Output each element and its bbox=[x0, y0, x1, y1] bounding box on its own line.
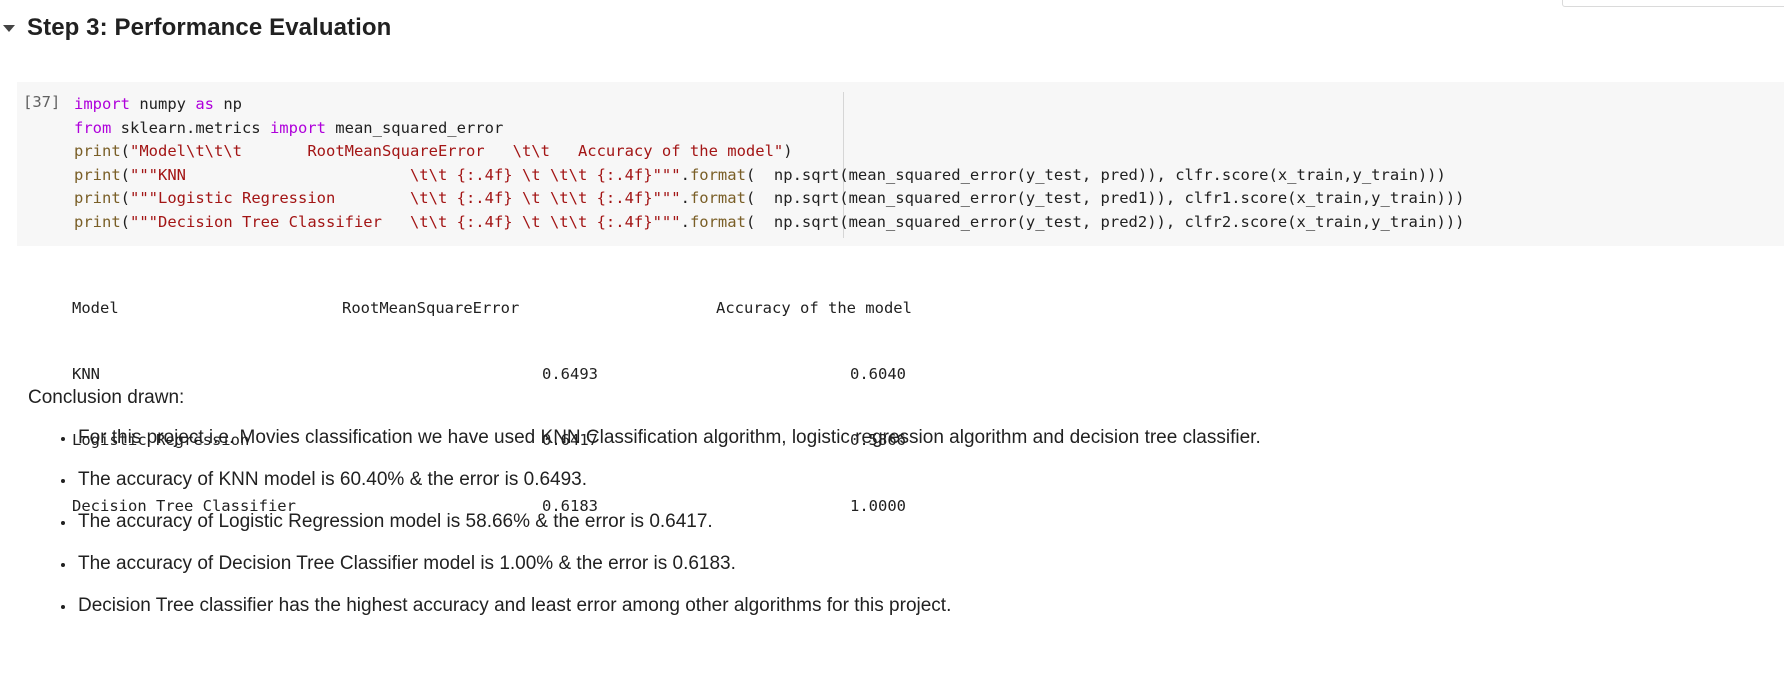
code-token: "Model\t\t\t RootMeanSquareError \t\t Ac… bbox=[130, 142, 784, 160]
code-token: . bbox=[680, 189, 690, 207]
list-item: For this project i.e. Movies classificat… bbox=[76, 424, 1278, 452]
code-line: print("""KNN \t\t {:.4f} \t \t\t {:.4f}"… bbox=[74, 164, 1465, 188]
code-token: as bbox=[195, 95, 214, 113]
code-token: print bbox=[74, 142, 121, 160]
caret-down-icon[interactable] bbox=[3, 22, 15, 34]
code-token: ( np.sqrt(mean_squared_error(y_test, pre… bbox=[745, 189, 1465, 207]
output-rmse-value: 0.6493 bbox=[542, 365, 598, 383]
code-token: import bbox=[269, 118, 326, 137]
code-token: sklearn.metrics bbox=[111, 118, 270, 137]
code-token: import bbox=[74, 95, 130, 113]
code-line: print("""Decision Tree Classifier \t\t {… bbox=[74, 211, 1465, 235]
list-item: The accuracy of Decision Tree Classifier… bbox=[76, 550, 1278, 578]
code-token: . bbox=[680, 165, 690, 184]
conclusion-title: Conclusion drawn: bbox=[28, 387, 185, 408]
code-token: print bbox=[74, 189, 121, 207]
section-header: Step 3: Performance Evaluation bbox=[0, 10, 391, 46]
code-token: numpy bbox=[130, 95, 196, 113]
code-token: ) bbox=[783, 142, 793, 160]
output-row: KNN 0.6493 0.6040 bbox=[72, 363, 972, 385]
code-token: ( bbox=[120, 212, 131, 231]
code-token: ( bbox=[120, 165, 131, 184]
code-token: print bbox=[74, 165, 121, 184]
code-token: ( np.sqrt(mean_squared_error(y_test, pre… bbox=[745, 165, 1446, 184]
code-token: """KNN \t\t {:.4f} \t \t\t {:.4f}""" bbox=[130, 165, 681, 184]
code-token: from bbox=[74, 118, 112, 137]
conclusion-list: For this project i.e. Movies classificat… bbox=[28, 424, 1328, 620]
output-accuracy-value: 0.6040 bbox=[850, 365, 906, 383]
code-token: print bbox=[74, 212, 121, 231]
code-token: np bbox=[214, 95, 242, 113]
output-header-rmse: RootMeanSquareError bbox=[342, 299, 520, 317]
output-header-model: Model bbox=[72, 299, 119, 317]
code-editor[interactable]: import numpy as np from sklearn.metrics i… bbox=[74, 93, 1465, 234]
list-item: Decision Tree classifier has the highest… bbox=[76, 592, 1278, 620]
execution-count[interactable]: [37] bbox=[23, 93, 60, 111]
code-token: ( bbox=[120, 142, 131, 160]
code-line: from sklearn.metrics import mean_squared… bbox=[74, 117, 1465, 141]
code-line: print("Model\t\t\t RootMeanSquareError \… bbox=[74, 140, 1465, 164]
code-token: format bbox=[689, 212, 746, 231]
code-token: format bbox=[689, 189, 746, 207]
code-line: print("""Logistic Regression \t\t {:.4f}… bbox=[74, 187, 1465, 211]
code-token: mean_squared_error bbox=[325, 118, 504, 137]
code-token: format bbox=[689, 165, 746, 184]
list-item: The accuracy of Logistic Regression mode… bbox=[76, 508, 1278, 536]
toolbar-edge bbox=[1562, 0, 1784, 7]
output-header-row: Model RootMeanSquareError Accuracy of th… bbox=[72, 297, 972, 319]
code-token: """Decision Tree Classifier \t\t {:.4f} … bbox=[130, 212, 681, 231]
code-cell[interactable]: [37] import numpy as np from sklearn.metr… bbox=[17, 82, 1784, 246]
code-token: ( bbox=[120, 189, 131, 207]
code-token: """Logistic Regression \t\t {:.4f} \t \t… bbox=[130, 189, 681, 207]
output-model-name: KNN bbox=[72, 365, 100, 383]
code-token: ( np.sqrt(mean_squared_error(y_test, pre… bbox=[745, 212, 1465, 231]
markdown-cell[interactable]: Conclusion drawn: For this project i.e. … bbox=[28, 384, 1328, 634]
list-item: The accuracy of KNN model is 60.40% & th… bbox=[76, 466, 1278, 494]
code-token: . bbox=[680, 212, 690, 231]
output-header-accuracy: Accuracy of the model bbox=[716, 299, 912, 317]
code-line: import numpy as np bbox=[74, 93, 1465, 117]
section-title: Step 3: Performance Evaluation bbox=[27, 14, 392, 41]
